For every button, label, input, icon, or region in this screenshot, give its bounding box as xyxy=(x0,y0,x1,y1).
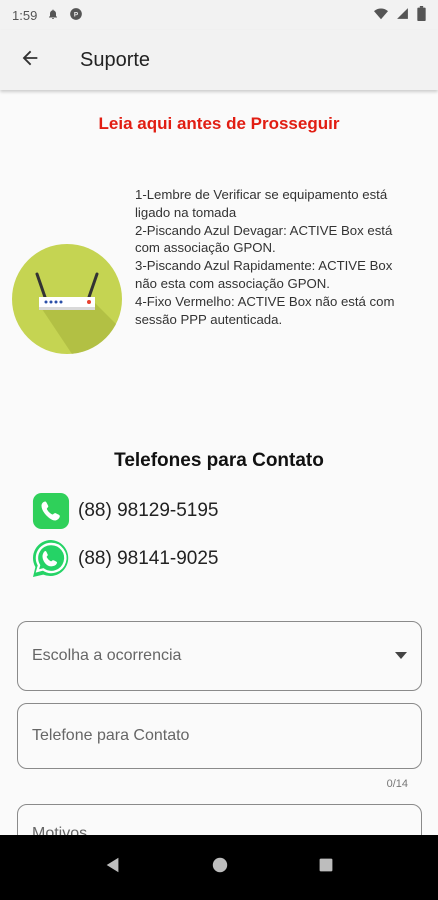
router-icon xyxy=(12,244,122,354)
main-content[interactable]: Leia aqui antes de Prosseguir 1-Lembre d… xyxy=(0,90,438,835)
page-title: Suporte xyxy=(80,48,151,71)
dropdown-arrow-icon xyxy=(395,647,407,665)
cell-signal-icon xyxy=(396,7,409,23)
status-bar: 1:59 P xyxy=(0,0,438,30)
reason-input[interactable]: Motivos xyxy=(17,804,422,835)
system-nav-bar xyxy=(0,835,438,900)
occurrence-dropdown[interactable]: Escolha a ocorrencia xyxy=(17,621,422,691)
warning-heading: Leia aqui antes de Prosseguir xyxy=(98,114,340,133)
status-time: 1:59 xyxy=(12,7,38,23)
whatsapp-contact[interactable]: (88) 98141-9025 xyxy=(30,538,219,580)
back-button[interactable] xyxy=(0,30,60,90)
contact-phone-input[interactable]: Telefone para Contato xyxy=(17,703,422,769)
battery-icon xyxy=(417,6,426,24)
character-counter: 0/14 xyxy=(386,778,408,790)
contacts-heading: Telefones para Contato xyxy=(114,450,324,471)
notification-bell-icon xyxy=(47,8,59,23)
whatsapp-icon xyxy=(30,538,72,580)
wifi-icon xyxy=(374,7,388,24)
instruction-item: 3-Piscando Azul Rapidamente: ACTIVE Box … xyxy=(135,258,393,291)
phone-number: (88) 98129-5195 xyxy=(78,500,219,521)
whatsapp-number: (88) 98141-9025 xyxy=(78,548,219,569)
app-notification-icon: P xyxy=(69,7,83,24)
instruction-item: 4-Fixo Vermelho: ACTIVE Box não está com… xyxy=(135,293,395,327)
arrow-back-icon xyxy=(19,47,41,74)
nav-recents-button[interactable] xyxy=(318,857,334,878)
svg-text:P: P xyxy=(74,11,79,18)
phone-contact[interactable]: (88) 98129-5195 xyxy=(30,490,219,532)
instructions-text: 1-Lembre de Verificar se equipamento est… xyxy=(135,186,415,328)
phone-icon xyxy=(30,490,72,532)
nav-back-button[interactable] xyxy=(104,856,122,879)
instruction-item: 1-Lembre de Verificar se equipamento est… xyxy=(135,187,388,220)
instruction-item: 2-Piscando Azul Devagar: ACTIVE Box está… xyxy=(135,222,393,256)
reason-placeholder: Motivos xyxy=(32,825,88,835)
occurrence-placeholder: Escolha a ocorrencia xyxy=(32,647,182,664)
app-bar: Suporte xyxy=(0,30,438,90)
contact-phone-placeholder: Telefone para Contato xyxy=(32,727,190,744)
nav-home-button[interactable] xyxy=(211,856,229,879)
